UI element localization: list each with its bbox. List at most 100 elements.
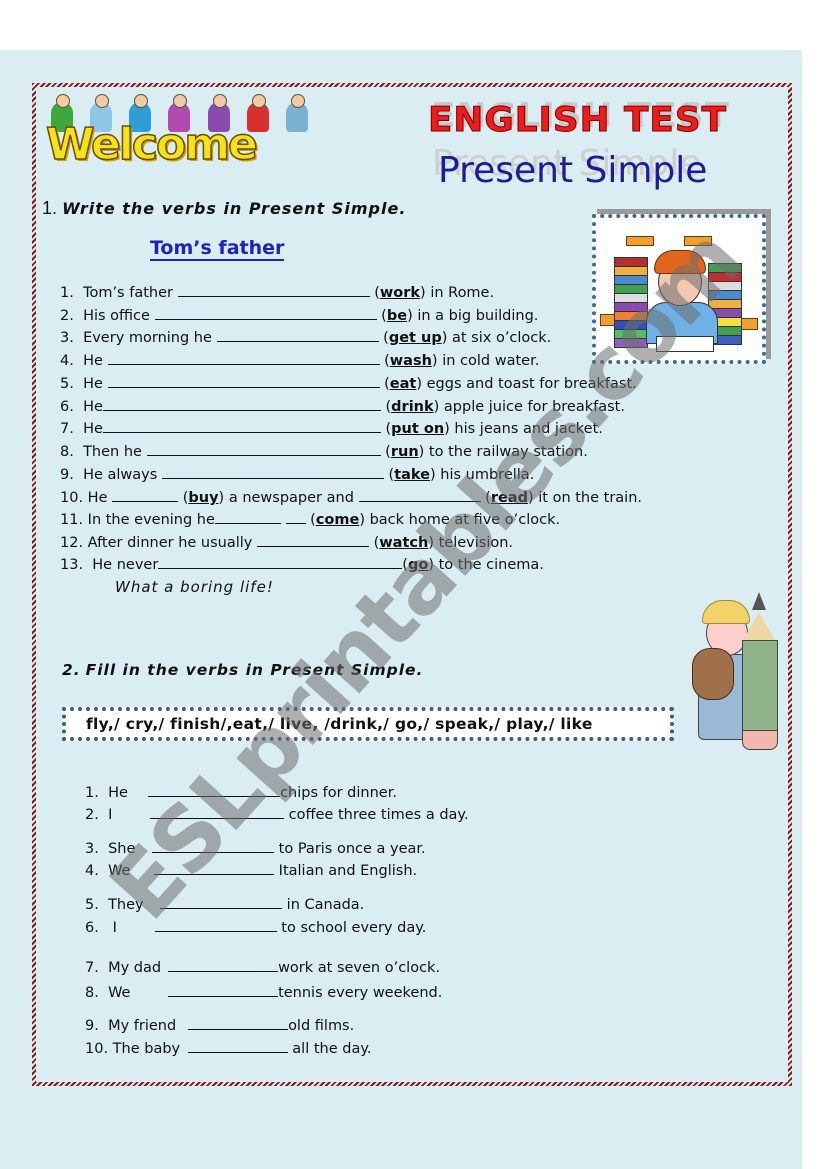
story-title: Tom’s father: [150, 237, 285, 261]
answer-blank[interactable]: [358, 487, 481, 502]
answer-blank[interactable]: [152, 838, 275, 853]
answer-blank[interactable]: [257, 532, 369, 547]
item-number: 10.: [60, 490, 84, 506]
item-text: at six o’clock.: [452, 330, 552, 346]
item-number: 3.: [85, 841, 99, 857]
verb-hint: read: [490, 490, 528, 506]
section-1-heading: 1. Write the verbs in Present Simple.: [42, 198, 406, 219]
verb-hint: take: [394, 467, 430, 483]
item-text: Then he: [83, 444, 142, 460]
exercise-item: 3. Every morning he (get up) at six o’cl…: [60, 327, 551, 349]
exercise-item: 5. They in Canada.: [85, 894, 364, 916]
answer-blank[interactable]: [154, 917, 277, 932]
exercise-item: 7. He (put on) his jeans and jacket.: [60, 418, 603, 440]
item-number: 8.: [85, 985, 99, 1001]
verb-hint: watch: [379, 535, 429, 551]
verb-hint: be: [386, 308, 408, 324]
item-text: a newspaper and: [228, 490, 354, 506]
answer-blank[interactable]: [168, 982, 279, 997]
item-text: to the cinema.: [438, 557, 544, 573]
verb-hint: drink: [391, 399, 434, 415]
answer-blank[interactable]: [177, 282, 370, 297]
item-text: In the evening he: [87, 512, 215, 528]
answer-blank[interactable]: [216, 327, 379, 342]
pencil-tip: [752, 592, 766, 610]
item-subject: I: [112, 920, 117, 936]
verb-hint: buy: [188, 490, 219, 506]
section-number: 2.: [62, 661, 81, 679]
verb-hint: eat: [389, 376, 417, 392]
item-number: 10.: [85, 1041, 109, 1057]
student-hair: [654, 250, 706, 274]
section-2-heading: 2. Fill in the verbs in Present Simple.: [62, 661, 423, 679]
answer-blank[interactable]: [285, 509, 306, 524]
desk-shape: [684, 236, 712, 246]
item-text: Every morning he: [83, 330, 212, 346]
exercise-item: 4. He (wash) in cold water.: [60, 350, 539, 372]
item-text: Tom’s father: [83, 285, 173, 301]
answer-blank[interactable]: [102, 396, 381, 411]
answer-blank[interactable]: [214, 509, 281, 524]
item-text: He: [83, 376, 103, 392]
exercise-item: 10. The baby all the day.: [85, 1038, 371, 1060]
pencil-wood: [742, 612, 776, 642]
exercise-item: 2. His office (be) in a big building.: [60, 305, 538, 327]
answer-blank[interactable]: [161, 464, 384, 479]
exercise-item: 9. He always (take) his umbrella.: [60, 464, 534, 486]
student-books-image: [592, 214, 766, 364]
answer-blank[interactable]: [158, 554, 403, 569]
item-subject: I: [108, 807, 113, 823]
item-text: in cold water.: [442, 353, 540, 369]
answer-blank[interactable]: [107, 350, 380, 365]
closing-remark: What a boring life!: [115, 578, 274, 596]
item-text: He: [83, 353, 103, 369]
item-text: in Canada.: [286, 897, 365, 913]
item-number: 13.: [60, 557, 84, 573]
child-pencil-image: [690, 590, 790, 750]
item-text: eggs and toast for breakfast.: [426, 376, 637, 392]
item-text: all the day.: [292, 1041, 372, 1057]
answer-blank[interactable]: [150, 804, 285, 819]
answer-blank[interactable]: [102, 418, 381, 433]
answer-blank[interactable]: [154, 860, 275, 875]
verb-hint: put on: [391, 421, 445, 437]
answer-blank[interactable]: [148, 782, 281, 797]
item-number: 4.: [60, 353, 74, 369]
exercise-item: 8. Then he (run) to the railway station.: [60, 441, 588, 463]
item-subject: She: [108, 841, 136, 857]
item-text: back home at five o’clock.: [369, 512, 561, 528]
verb-bank-box: fly,/ cry,/ finish/,eat,/ live, /drink,/…: [62, 707, 674, 741]
desk-shape: [626, 236, 654, 246]
item-subject: The baby: [112, 1041, 181, 1057]
item-text: television.: [438, 535, 514, 551]
item-number: 7.: [60, 421, 74, 437]
exercise-item: 8. We tennis every weekend.: [85, 982, 442, 1004]
answer-blank[interactable]: [168, 957, 279, 972]
item-number: 5.: [85, 897, 99, 913]
answer-blank[interactable]: [112, 487, 179, 502]
answer-blank[interactable]: [188, 1015, 289, 1030]
item-text: tennis every weekend.: [278, 985, 443, 1001]
answer-blank[interactable]: [146, 441, 381, 456]
item-text: coffee three times a day.: [288, 807, 469, 823]
item-text: work at seven o’clock.: [278, 960, 441, 976]
answer-blank[interactable]: [154, 305, 377, 320]
item-text: to Paris once a year.: [278, 841, 426, 857]
answer-blank[interactable]: [107, 373, 380, 388]
item-number: 8.: [60, 444, 74, 460]
exercise-item: 9. My friend old films.: [85, 1015, 354, 1037]
item-number: 11.: [60, 512, 84, 528]
exercise-item: 13. He never (go) to the cinema.: [60, 554, 544, 576]
item-text: apple juice for breakfast.: [443, 399, 625, 415]
item-subject: We: [108, 985, 131, 1001]
item-subject: He: [108, 785, 128, 801]
item-text: After dinner he usually: [87, 535, 253, 551]
item-text: He never: [92, 557, 159, 573]
verb-hint: come: [315, 512, 360, 528]
answer-blank[interactable]: [187, 1038, 288, 1053]
section-number: 1.: [42, 198, 58, 218]
exercise-item: 11. In the evening he (come) back home a…: [60, 509, 560, 531]
item-number: 1.: [60, 285, 74, 301]
answer-blank[interactable]: [160, 894, 283, 909]
exercise-item: 5. He (eat) eggs and toast for breakfast…: [60, 373, 637, 395]
